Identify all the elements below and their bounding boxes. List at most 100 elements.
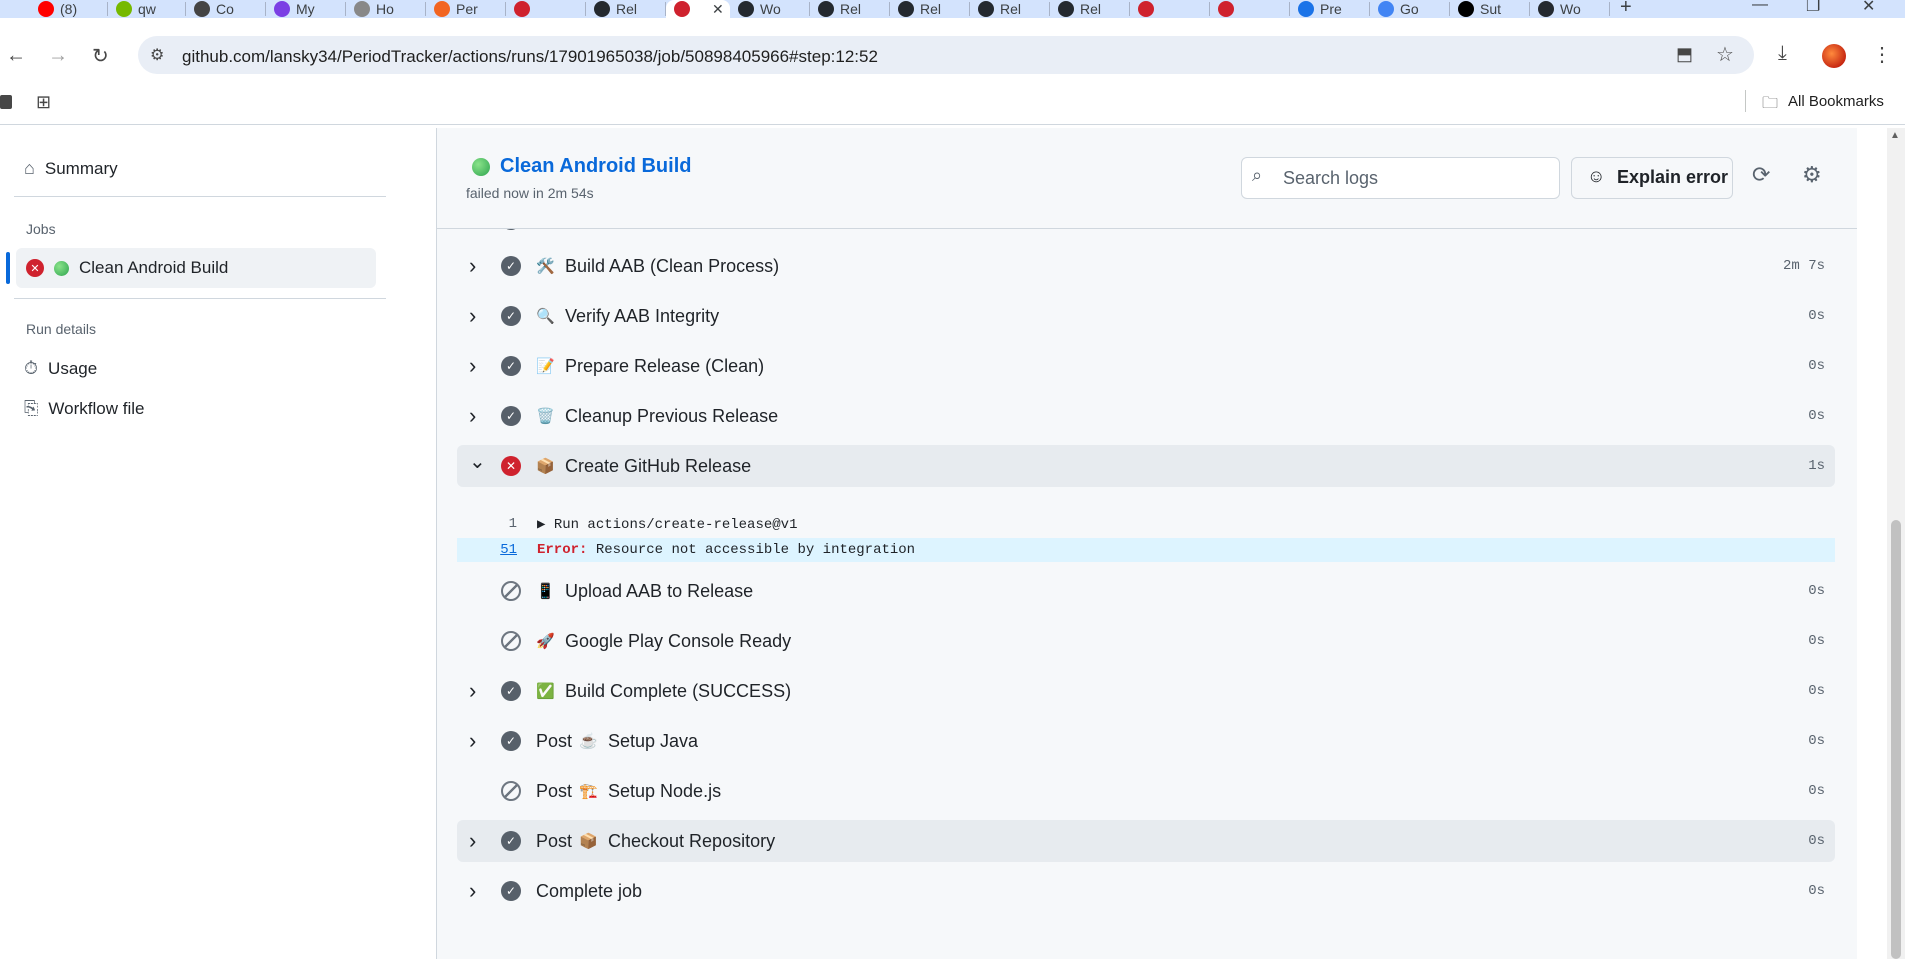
step-name: Cleanup Previous Release — [565, 405, 779, 426]
copilot-icon: ☺ — [1587, 166, 1606, 186]
step-row[interactable]: › ✓ 🛠️ Build AAB (Clean Process) 2m 7s — [457, 245, 1835, 287]
browser-tab[interactable]: (8) — [30, 0, 108, 18]
profile-avatar[interactable] — [1822, 44, 1846, 68]
maximize-icon[interactable]: ❐ — [1806, 0, 1820, 16]
step-prefix: Post — [536, 830, 573, 851]
step-name: Upload AAB to Release — [565, 580, 754, 601]
step-row[interactable]: 📱 Upload AAB to Release 0s — [457, 570, 1835, 612]
download-icon[interactable]: ⤓ — [1778, 42, 1787, 65]
log-line[interactable]: 51 Error: Resource not accessible by inte… — [457, 538, 1835, 562]
step-row[interactable]: › ✓ 🗑️ Cleanup Previous Release 0s — [457, 395, 1835, 437]
tab-groups-icon[interactable] — [0, 95, 12, 109]
check-circle-icon: ✓ — [501, 731, 521, 751]
close-window-icon[interactable]: ✕ — [1862, 0, 1875, 16]
back-icon[interactable]: ← — [6, 45, 26, 68]
apps-grid-icon[interactable]: ⊞ — [36, 92, 51, 113]
browser-tab[interactable]: Go — [1370, 0, 1450, 18]
url-text[interactable]: github.com/lansky34/PeriodTracker/action… — [182, 47, 878, 67]
tab-label: Rel — [1000, 1, 1022, 17]
chevron-right-icon[interactable]: › — [469, 828, 476, 854]
scrollbar-thumb[interactable] — [1891, 520, 1901, 959]
sidebar-item-workflow-file[interactable]: ⎘ Workflow file — [24, 398, 144, 419]
green-circle-icon — [472, 158, 490, 176]
step-name: Build Complete (SUCCESS) — [565, 680, 792, 701]
check-circle-icon: ✓ — [501, 881, 521, 901]
close-tab-icon[interactable]: ✕ — [712, 1, 724, 18]
browser-tab[interactable]: qw — [108, 0, 186, 18]
browser-tab[interactable]: Rel — [890, 0, 970, 18]
tab-favicon-icon — [1058, 1, 1074, 17]
step-row[interactable]: › ✓ 🔍 Verify AAB Integrity 0s — [457, 295, 1835, 337]
minimize-icon[interactable]: — — [1752, 0, 1768, 14]
scroll-up-icon[interactable]: ▲ — [1890, 130, 1900, 141]
tab-label: Pre — [1320, 1, 1342, 17]
tab-favicon-icon — [1298, 1, 1314, 17]
browser-tab[interactable]: Rel — [586, 0, 666, 18]
check-circle-icon: ✓ — [501, 306, 521, 326]
step-row[interactable]: ⌄ ✕ 📦 Create GitHub Release 1s — [457, 445, 1835, 487]
menu-icon[interactable]: ⋮ — [1872, 42, 1892, 67]
step-duration: 2m 7s — [1782, 258, 1825, 274]
step-emoji-icon: 🗑️ — [536, 408, 555, 425]
browser-tab[interactable] — [506, 0, 586, 18]
step-name: Google Play Console Ready — [565, 630, 792, 651]
all-bookmarks-link[interactable]: All Bookmarks — [1788, 93, 1884, 110]
chevron-right-icon[interactable]: › — [469, 728, 476, 754]
browser-tab[interactable]: My — [266, 0, 346, 18]
browser-tab[interactable] — [1130, 0, 1210, 18]
search-icon: ⌕ — [1252, 165, 1263, 185]
chevron-right-icon[interactable]: › — [469, 403, 476, 429]
tab-favicon-icon — [274, 1, 290, 17]
browser-tab[interactable]: Co — [186, 0, 266, 18]
tab-favicon-icon — [978, 1, 994, 17]
new-tab-button[interactable]: + — [1620, 0, 1632, 18]
log-line-number[interactable]: 1 — [457, 516, 517, 532]
log-line[interactable]: 1 ▶ Run actions/create-release@v1 — [457, 512, 1835, 536]
browser-tab[interactable]: Wo — [1530, 0, 1610, 18]
browser-tab[interactable]: Rel — [810, 0, 890, 18]
forward-icon[interactable]: → — [48, 45, 68, 68]
browser-tab[interactable]: Pre — [1290, 0, 1370, 18]
step-row[interactable]: › ✓ Complete job 0s — [457, 870, 1835, 912]
log-line-number[interactable]: 51 — [457, 542, 517, 558]
folder-icon: 🗀 — [1762, 95, 1779, 112]
home-icon: ⌂ — [24, 158, 35, 178]
tab-strip: (8) qw Co My Ho Per Rel ✕ Wo Rel Rel Rel Rel Pre Go Sut… — [0, 0, 1905, 18]
step-row[interactable]: › ✓ 📝 Prepare Release (Clean) 0s — [457, 345, 1835, 387]
page-title[interactable]: Clean Android Build — [500, 155, 691, 178]
sidebar-item-summary[interactable]: ⌂ Summary — [24, 158, 118, 179]
browser-tab[interactable]: Sut — [1450, 0, 1530, 18]
step-row[interactable]: Post 🏗️ Setup Node.js 0s — [457, 770, 1835, 812]
chevron-right-icon[interactable]: › — [469, 303, 476, 329]
chevron-right-icon[interactable]: › — [469, 878, 476, 904]
settings-gear-icon[interactable]: ⚙ — [1802, 162, 1822, 188]
chevron-right-icon[interactable]: › — [469, 253, 476, 279]
step-row[interactable]: › ✓ ✅ Build Complete (SUCCESS) 0s — [457, 670, 1835, 712]
browser-tab[interactable]: Per — [426, 0, 506, 18]
bookmark-star-icon[interactable]: ☆ — [1716, 42, 1734, 67]
chevron-right-icon[interactable]: › — [469, 678, 476, 704]
step-row[interactable]: › ✓ Post ☕ Setup Java 0s — [457, 720, 1835, 762]
site-info-icon[interactable]: ⚙ — [150, 45, 164, 65]
run-details-heading: Run details — [26, 321, 97, 337]
chevron-down-icon[interactable]: ⌄ — [469, 449, 486, 474]
browser-tab[interactable]: ✕ — [666, 0, 730, 18]
sidebar-item-usage[interactable]: ⏱ Usage — [24, 358, 97, 379]
refresh-icon[interactable]: ⟳ — [1752, 162, 1770, 188]
sidebar-divider — [14, 298, 386, 299]
tab-separator — [1609, 2, 1610, 16]
step-duration: 0s — [1808, 733, 1825, 749]
browser-tab[interactable] — [1210, 0, 1290, 18]
chevron-right-icon[interactable]: › — [469, 353, 476, 379]
step-row[interactable]: › ✓ Post 📦 Checkout Repository 0s — [457, 820, 1835, 862]
browser-tab[interactable]: Rel — [1050, 0, 1130, 18]
reload-icon[interactable]: ↻ — [92, 44, 109, 69]
tab-favicon-icon — [898, 1, 914, 17]
step-row[interactable]: 🚀 Google Play Console Ready 0s — [457, 620, 1835, 662]
sidebar-item-job[interactable]: ✕ Clean Android Build — [26, 258, 228, 278]
browser-tab[interactable]: Wo — [730, 0, 810, 18]
browser-tab[interactable]: Rel — [970, 0, 1050, 18]
step-name: Setup Node.js — [608, 780, 722, 801]
browser-tab[interactable]: Ho — [346, 0, 426, 18]
install-app-icon[interactable]: ⬒ — [1676, 44, 1693, 65]
